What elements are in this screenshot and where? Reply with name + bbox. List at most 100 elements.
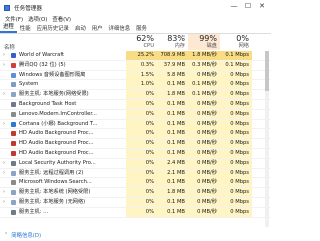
process-name: HD Audio Background Proc... [19,149,94,156]
process-name: System [19,81,39,88]
tab-performance[interactable]: 性能 [17,24,34,33]
process-disk: 0 MB/秒 [188,109,220,119]
expand-chevron-icon[interactable]: › [3,120,5,129]
chevron-up-icon[interactable]: ⌃ [4,232,8,238]
tab-processes[interactable]: 进程 [0,22,17,33]
host-icon [11,209,16,215]
menu-view[interactable]: 查看(V) [52,15,71,23]
cortana-icon [11,121,16,127]
process-row[interactable]: HD Audio Background Proc... 0% 0.1 MB 0 MB/… [0,129,271,140]
tab-details[interactable]: 详细信息 [106,24,134,33]
process-disk: 0.3 MB/秒 [188,60,220,70]
process-row[interactable]: › 服务主机: 远程过程调用 (2) 0% 2.1 MB 0 MB/秒 0 Mbps [0,168,271,179]
expand-chevron-icon[interactable]: › [3,188,5,197]
process-disk: 0 MB/秒 [188,139,220,149]
tab-app-history[interactable]: 应用历史记录 [34,24,72,33]
process-row[interactable]: Microsoft Windows Search... 0% 0.1 MB 0 MB/… [0,178,271,189]
process-row[interactable]: › 服务主机: 本地系统 (网络受限) 0% 1.8 MB 0 MB/秒 0 Mbps [0,188,271,198]
process-cpu: 0% [126,168,157,178]
audio-icon [11,72,16,78]
vertical-scrollbar[interactable] [265,51,269,227]
tab-services[interactable]: 服务 [133,24,150,33]
process-memory: 0.1 MB [157,119,188,129]
disk-total: 99% [199,34,217,43]
process-cpu: 1.0% [126,80,157,90]
expand-chevron-icon[interactable]: › [3,61,5,70]
process-memory: 37.9 MB [157,60,188,70]
process-cpu: 0% [126,129,157,139]
network-total: 0% [236,34,249,43]
process-name: HD Audio Background Proc... [19,140,94,147]
process-row[interactable]: › 服务主机: 本地服务 (无网络) 0% 0.1 MB 0 MB/秒 0 Mbps [0,197,271,208]
process-name: 服务主机: 本地服务(网络受限) [19,91,89,98]
process-network: 0 Mbps [220,139,252,149]
column-memory[interactable]: 83% 内存 [157,34,188,50]
service-host-icon [11,92,16,98]
process-cpu: 0.3% [126,60,157,70]
window-title: 任务管理器 [14,6,42,12]
memory-total: 83% [167,34,185,43]
process-row[interactable]: › 服务主机: 本地服务(网络受限) 0% 1.8 MB 0.1 MB/秒 0 Mbps [0,90,271,100]
tab-users[interactable]: 用户 [89,24,106,33]
process-disk: 0 MB/秒 [188,188,220,198]
process-row[interactable]: System 1.0% 0.1 MB 0.1 MB/秒 0 Mbps [0,80,271,91]
process-network: 0 Mbps [220,168,252,178]
column-name[interactable]: 名称 [4,43,15,51]
process-network: 0 Mbps [220,90,252,100]
process-row[interactable]: Background Task Host 0% 0.1 MB 0 MB/秒 0 Mbps [0,99,271,110]
process-name: HD Audio Background Proc... [19,130,94,137]
process-row[interactable]: › Cortana (小娜) Background T... 0% 0.1 MB 0 M… [0,119,271,130]
process-row[interactable]: 服务主机: ... 0% 0.1 MB 0 MB/秒 0 Mbps [0,207,271,218]
process-row[interactable]: › Local Security Authority Pro... 0% 2.4 MB… [0,158,271,169]
process-row[interactable]: HD Audio Background Proc... 0% 0.1 MB 0 MB/… [0,139,271,149]
process-disk: 0 MB/秒 [188,158,220,168]
process-row[interactable]: Lenovo.Modern.ImController... 0% 0.1 MB 0 M… [0,109,271,120]
audio-bg-icon [11,150,16,156]
menu-options[interactable]: 选项(O) [28,15,47,23]
process-row[interactable]: HD Audio Background Proc... 0% 0.1 MB 0 MB/… [0,148,271,159]
process-network: 0 Mbps [220,178,252,188]
column-cpu[interactable]: 62% CPU [126,34,157,50]
cpu-total: 62% [136,34,154,43]
audio-bg-icon [11,141,16,147]
process-disk: 0.1 MB/秒 [188,80,220,90]
process-disk: 0 MB/秒 [188,70,220,80]
expand-chevron-icon[interactable]: › [3,198,5,207]
expand-chevron-icon[interactable]: › [3,90,5,99]
process-name: Microsoft Windows Search... [19,179,92,186]
expand-chevron-icon[interactable]: › [3,169,5,178]
process-disk: 1.8 MB/秒 [188,51,220,60]
expand-chevron-icon[interactable]: › [3,159,5,168]
tab-startup[interactable]: 启动 [72,24,89,33]
process-memory: 0.1 MB [157,139,188,149]
process-row[interactable]: Windows 音频设备图形隔离 1.5% 5.8 MB 0 MB/秒 0 Mbps [0,70,271,81]
expand-chevron-icon[interactable]: › [3,51,5,60]
fewer-details-link[interactable]: 简略信息(D) [11,231,41,239]
process-cpu: 0% [126,207,157,217]
process-row[interactable]: › 腾讯QQ (32 位) (5) 0.3% 37.9 MB 0.3 MB/秒 0.1 M… [0,60,271,71]
process-row[interactable]: › World of Warcraft 25.2% 708.9 MB 1.8 MB/秒 0… [0,51,271,61]
task-manager-icon [4,5,10,11]
process-network: 0 Mbps [220,70,252,80]
service-host-icon [11,190,16,196]
process-network: 0 Mbps [220,188,252,198]
process-network: 0.1 Mbps [220,60,252,70]
close-button[interactable]: ✕ [255,2,269,10]
process-cpu: 0% [126,158,157,168]
column-header: 名称 62% CPU 83% 内存 99% 磁盘 0% 网络 [0,34,271,51]
process-network: 0 Mbps [220,129,252,139]
lenovo-icon [11,111,16,117]
process-disk: 0 MB/秒 [188,168,220,178]
scrollbar-thumb[interactable] [265,51,269,91]
column-network[interactable]: 0% 网络 [220,34,252,50]
process-name: Windows 音频设备图形隔离 [19,71,86,78]
maximize-button[interactable]: ☐ [241,2,255,10]
system-icon [11,82,16,88]
minimize-button[interactable]: — [227,2,241,10]
process-memory: 0.1 MB [157,197,188,207]
column-disk[interactable]: 99% 磁盘 [188,34,220,50]
process-memory: 0.1 MB [157,207,188,217]
tab-bar: 进程 性能 应用历史记录 启动 用户 详细信息 服务 [0,23,271,34]
disk-label: 磁盘 [206,43,217,49]
process-name: 服务主机: 本地系统 (网络受限) [19,189,91,196]
